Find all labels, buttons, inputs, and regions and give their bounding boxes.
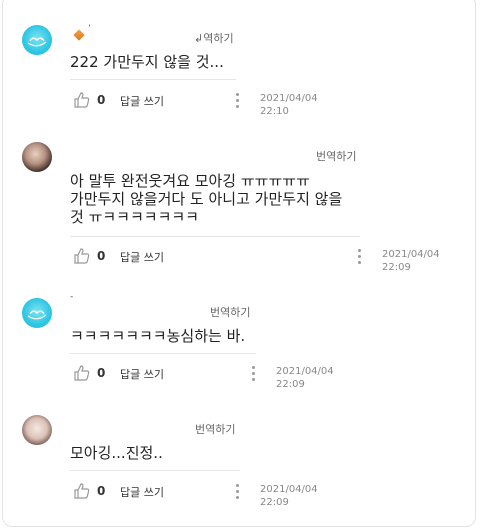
date-value: 2021/04/04 xyxy=(260,93,318,104)
comment-actions: 0 답글 쓰기 xyxy=(73,247,273,267)
translate-button[interactable]: 번역하기 xyxy=(195,421,235,437)
comment-date: 2021/04/04 22:09 xyxy=(276,365,334,391)
divider xyxy=(70,236,360,237)
heart-logo-icon xyxy=(27,37,47,47)
thumbs-up-icon[interactable] xyxy=(73,91,91,109)
avatar[interactable] xyxy=(22,142,52,172)
avatar[interactable] xyxy=(22,415,52,445)
comment-text-line: 것 ㅠㅋㅋㅋㅋㅋㅋㅋ xyxy=(70,208,199,226)
comment-text-line: 아 말투 완전웃겨요 모아깅 ㅠㅠㅠㅠㅠ xyxy=(70,172,310,190)
comment-text: 아 말투 완전웃겨요 모아깅 ㅠㅠㅠㅠㅠ 가만두지 않을거다 도 아니고 가만두… xyxy=(70,172,342,226)
more-vertical-icon[interactable] xyxy=(236,484,240,500)
heart-logo-icon xyxy=(27,310,47,320)
time-value: 22:09 xyxy=(260,497,289,508)
divider xyxy=(70,79,236,80)
reply-button[interactable]: 답글 쓰기 xyxy=(120,366,164,382)
like-count: 0 xyxy=(97,484,106,498)
time-value: 22:09 xyxy=(276,379,305,390)
like-count: 0 xyxy=(97,366,106,380)
comment-actions: 0 답글 쓰기 xyxy=(73,91,273,111)
avatar[interactable] xyxy=(22,298,52,328)
comment-text: 222 가만두지 않을 것... xyxy=(70,53,224,71)
thumbs-up-icon[interactable] xyxy=(73,247,91,265)
time-value: 22:09 xyxy=(382,262,411,273)
comment-date: 2021/04/04 22:10 xyxy=(260,92,318,118)
more-vertical-icon[interactable] xyxy=(252,366,256,382)
comment-actions: 0 답글 쓰기 xyxy=(73,364,273,384)
divider xyxy=(70,353,256,354)
avatar[interactable] xyxy=(22,25,52,55)
like-count: 0 xyxy=(97,93,106,107)
translate-button[interactable]: ↲역하기 xyxy=(194,30,234,46)
commenter-name: - xyxy=(70,292,74,302)
reply-button[interactable]: 답글 쓰기 xyxy=(120,484,164,500)
date-value: 2021/04/04 xyxy=(276,366,334,377)
comment-text-line: 가만두지 않을거다 도 아니고 가만두지 않을 xyxy=(70,190,343,208)
date-value: 2021/04/04 xyxy=(382,249,440,260)
more-vertical-icon[interactable] xyxy=(358,249,362,265)
translate-button[interactable]: 번역하기 xyxy=(316,148,356,164)
divider xyxy=(70,470,240,471)
date-value: 2021/04/04 xyxy=(260,484,318,495)
commenter-name: ʼ xyxy=(88,24,91,34)
comment-actions: 0 답글 쓰기 xyxy=(73,482,273,502)
thumbs-up-icon[interactable] xyxy=(73,364,91,382)
comment-date: 2021/04/04 22:09 xyxy=(382,248,440,274)
comment-text: ㅋㅋㅋㅋㅋㅋㅋ농심하는 바. xyxy=(70,327,246,345)
time-value: 22:10 xyxy=(260,106,289,117)
more-vertical-icon[interactable] xyxy=(236,93,240,109)
reply-button[interactable]: 답글 쓰기 xyxy=(120,249,164,265)
comment-date: 2021/04/04 22:09 xyxy=(260,483,318,509)
like-count: 0 xyxy=(97,249,106,263)
thumbs-up-icon[interactable] xyxy=(73,482,91,500)
reply-button[interactable]: 답글 쓰기 xyxy=(120,93,164,109)
comment-text: 모아깅...진정.. xyxy=(70,444,163,462)
translate-button[interactable]: 번역하기 xyxy=(210,304,250,320)
